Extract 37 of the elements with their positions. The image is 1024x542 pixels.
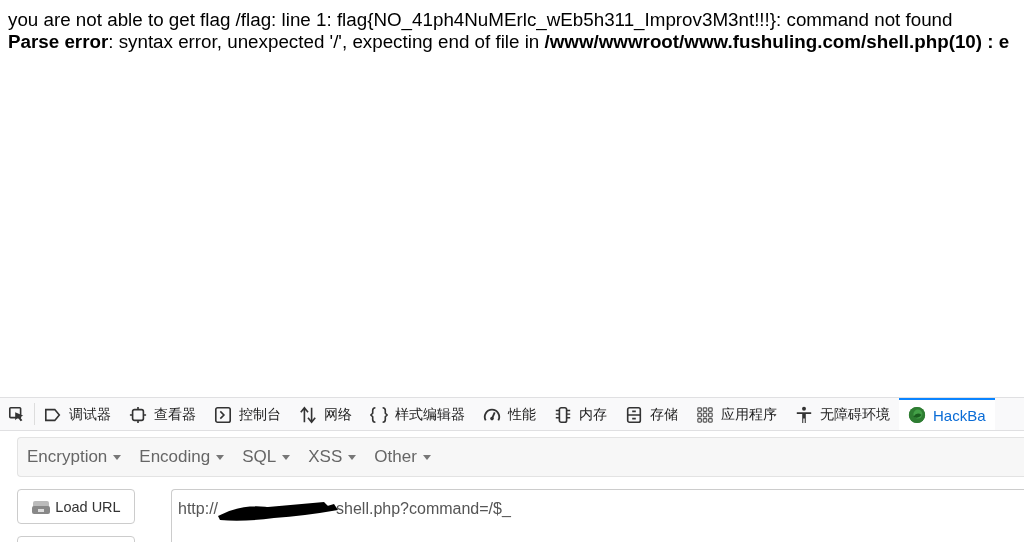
caret-icon	[348, 454, 357, 460]
menu-dropdown[interactable]: Other	[366, 447, 439, 467]
devtools-tab[interactable]: 调试器	[35, 398, 120, 430]
braces-icon	[370, 406, 388, 424]
devtools-tab[interactable]: 控制台	[205, 398, 290, 430]
crosshair-box-icon	[129, 406, 147, 424]
caret-icon	[113, 454, 122, 460]
caret-icon	[282, 454, 291, 460]
url-field[interactable]: http:// shell.php?command=/$_	[171, 489, 1024, 542]
menu-dropdown[interactable]: SQL	[234, 447, 299, 467]
devtools-tab[interactable]: 查看器	[120, 398, 205, 430]
menu-dropdown[interactable]: XSS	[300, 447, 365, 467]
person-icon	[795, 406, 813, 424]
devtools-tab[interactable]: 存储	[616, 398, 687, 430]
error-message: Parse error: syntax error, unexpected '/', expecting end of file in /www/wwwroot/www.fushuling.com/shell.php(10) : e	[8, 31, 1010, 53]
gauge-icon	[483, 406, 501, 424]
devtools-tab[interactable]: HackBa	[899, 398, 995, 430]
up-down-arrows-icon	[299, 406, 317, 424]
globe-logo-icon	[908, 406, 926, 424]
devtools-tab[interactable]: 应用程序	[687, 398, 786, 430]
chip-icon	[554, 406, 572, 424]
tag-shape-icon	[44, 406, 62, 424]
terminal-icon	[214, 406, 232, 424]
devtools-tab[interactable]: 无障碍环境	[786, 398, 899, 430]
devtools-tab[interactable]: 性能	[474, 398, 545, 430]
devtools-tab[interactable]: 内存	[545, 398, 616, 430]
error-message: you are not able to get flag /flag: line 1: flag{NO_41ph4NuMErlc_wEb5h311_Improv3M3nt!!!}: command not found	[8, 9, 953, 31]
load-url-button[interactable]: Load URL	[17, 489, 135, 524]
caret-icon	[422, 454, 431, 460]
devtools-tab[interactable]: 网络	[290, 398, 361, 430]
devtools-tab[interactable]: 样式编辑器	[361, 398, 474, 430]
element-picker-icon	[8, 405, 26, 423]
grid-icon	[696, 406, 714, 424]
cabinet-icon	[625, 406, 643, 424]
menu-dropdown[interactable]: Encryption	[19, 447, 130, 467]
caret-icon	[216, 454, 225, 460]
menu-dropdown[interactable]: Encoding	[131, 447, 233, 467]
